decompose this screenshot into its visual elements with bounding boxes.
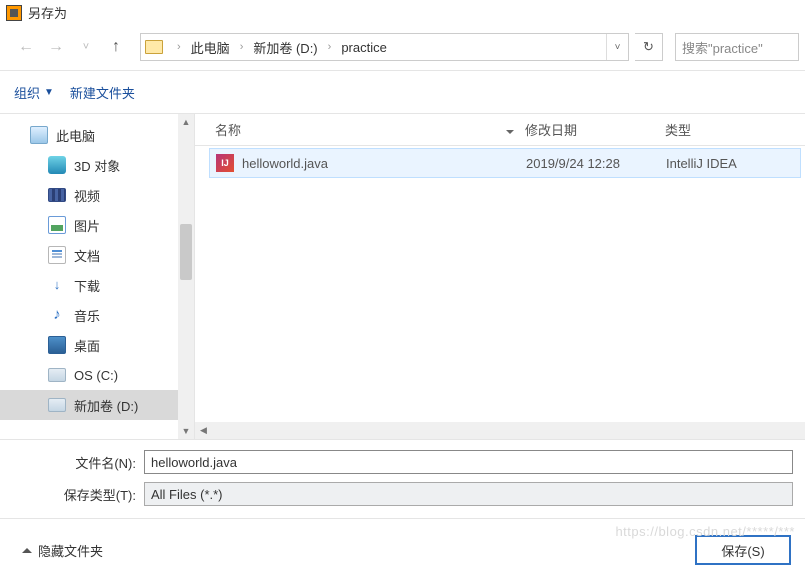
tree-item-documents[interactable]: 文档 xyxy=(0,240,178,270)
navigation-pane: 此电脑 3D 对象 视频 图片 文档 ↓ 下载 xyxy=(0,114,195,439)
breadcrumb-item[interactable]: 新加卷 (D:) xyxy=(249,34,321,60)
tree-item-label: 文档 xyxy=(74,246,100,265)
new-folder-label: 新建文件夹 xyxy=(70,83,135,102)
tree-item-pictures[interactable]: 图片 xyxy=(0,210,178,240)
filetype-row: 保存类型(T): All Files (*.*) xyxy=(12,482,793,506)
breadcrumb-item[interactable]: practice xyxy=(337,34,391,60)
column-label: 名称 xyxy=(215,123,241,138)
toolbar: 组织 ▼ 新建文件夹 xyxy=(0,71,805,113)
recent-locations-button[interactable]: ˅ xyxy=(74,35,98,59)
filetype-label: 保存类型(T): xyxy=(12,485,144,504)
file-name: helloworld.java xyxy=(242,156,328,171)
tree-item-3d-objects[interactable]: 3D 对象 xyxy=(0,150,178,180)
window-title: 另存为 xyxy=(28,3,67,22)
tree-item-videos[interactable]: 视频 xyxy=(0,180,178,210)
file-rows: IJ helloworld.java 2019/9/24 12:28 Intel… xyxy=(195,146,805,422)
download-icon: ↓ xyxy=(48,276,66,294)
chevron-down-icon: ▼ xyxy=(44,87,54,98)
breadcrumb-bar[interactable]: › 此电脑 › 新加卷 (D:) › practice ˅ xyxy=(140,33,629,61)
save-button[interactable]: 保存(S) xyxy=(695,535,791,565)
drive-icon xyxy=(48,368,66,382)
scroll-thumb[interactable] xyxy=(180,224,192,280)
music-icon: ♪ xyxy=(48,306,66,324)
nav-scrollbar[interactable]: ▲ ▼ xyxy=(178,114,194,439)
tree-item-downloads[interactable]: ↓ 下载 xyxy=(0,270,178,300)
filetype-combo[interactable]: All Files (*.*) xyxy=(144,482,793,506)
column-header-name[interactable]: 名称 xyxy=(195,120,525,139)
scroll-down-icon[interactable]: ▼ xyxy=(178,423,194,439)
chevron-right-icon[interactable]: › xyxy=(171,41,187,53)
tree-item-label: 3D 对象 xyxy=(74,156,120,175)
drive-icon xyxy=(48,398,66,412)
tree-item-drive-c[interactable]: OS (C:) xyxy=(0,360,178,390)
hide-folders-button[interactable]: 隐藏文件夹 xyxy=(22,541,103,560)
search-input[interactable]: 搜索"practice" xyxy=(675,33,799,61)
3d-icon xyxy=(48,156,66,174)
column-header-type[interactable]: 类型 xyxy=(665,120,805,139)
address-dropdown-button[interactable]: ˅ xyxy=(606,34,628,60)
scroll-up-icon[interactable]: ▲ xyxy=(178,114,194,130)
file-type: IntelliJ IDEA xyxy=(666,156,800,171)
tree-item-label: 下载 xyxy=(74,276,100,295)
tree-item-desktop[interactable]: 桌面 xyxy=(0,330,178,360)
new-folder-button[interactable]: 新建文件夹 xyxy=(70,83,135,102)
tree-item-label: 新加卷 (D:) xyxy=(74,396,138,415)
file-list-pane: 名称 修改日期 类型 IJ helloworld.java 2019/9/24 … xyxy=(195,114,805,439)
folder-tree: 此电脑 3D 对象 视频 图片 文档 ↓ 下载 xyxy=(0,120,194,420)
intellij-icon: IJ xyxy=(216,154,234,172)
dialog-body: 此电脑 3D 对象 视频 图片 文档 ↓ 下载 xyxy=(0,114,805,439)
file-name-cell: IJ helloworld.java xyxy=(210,154,526,172)
tree-item-label: 桌面 xyxy=(74,336,100,355)
filename-row: 文件名(N): helloworld.java xyxy=(12,450,793,474)
column-label: 修改日期 xyxy=(525,123,577,138)
hide-folders-label: 隐藏文件夹 xyxy=(38,541,103,560)
chevron-up-icon xyxy=(22,548,32,553)
up-button[interactable]: ↑ xyxy=(104,35,128,59)
tree-item-music[interactable]: ♪ 音乐 xyxy=(0,300,178,330)
chevron-down-icon xyxy=(506,130,514,134)
pc-icon xyxy=(30,126,48,144)
forward-button[interactable]: → xyxy=(44,35,68,59)
tree-item-label: 音乐 xyxy=(74,306,100,325)
tree-item-this-pc[interactable]: 此电脑 xyxy=(0,120,178,150)
breadcrumb-item[interactable]: 此电脑 xyxy=(187,34,234,60)
document-icon xyxy=(48,246,66,264)
refresh-button[interactable]: ↻ xyxy=(635,33,663,61)
organize-label: 组织 xyxy=(14,83,40,102)
tree-item-label: OS (C:) xyxy=(74,368,118,383)
filename-input[interactable]: helloworld.java xyxy=(144,450,793,474)
tree-item-drive-d[interactable]: 新加卷 (D:) xyxy=(0,390,178,420)
tree-item-label: 此电脑 xyxy=(56,126,95,145)
desktop-icon xyxy=(48,336,66,354)
app-icon xyxy=(6,5,22,21)
scroll-left-icon[interactable]: ◀ xyxy=(195,422,212,439)
filetype-value: All Files (*.*) xyxy=(151,487,223,502)
address-bar-row: ← → ˅ ↑ › 此电脑 › 新加卷 (D:) › practice ˅ ↻ … xyxy=(0,28,805,70)
video-icon xyxy=(48,188,66,202)
folder-icon xyxy=(145,40,163,54)
column-label: 类型 xyxy=(665,123,691,138)
filename-value: helloworld.java xyxy=(151,455,237,470)
picture-icon xyxy=(48,216,66,234)
back-button[interactable]: ← xyxy=(14,35,38,59)
horizontal-scrollbar[interactable]: ◀ xyxy=(195,422,805,439)
organize-button[interactable]: 组织 ▼ xyxy=(14,83,54,102)
save-button-label: 保存(S) xyxy=(721,541,764,560)
tree-item-label: 视频 xyxy=(74,186,100,205)
file-date: 2019/9/24 12:28 xyxy=(526,156,666,171)
tree-item-label: 图片 xyxy=(74,216,100,235)
save-form: 文件名(N): helloworld.java 保存类型(T): All Fil… xyxy=(0,439,805,518)
column-header-date[interactable]: 修改日期 xyxy=(525,120,665,139)
chevron-right-icon[interactable]: › xyxy=(234,41,250,53)
file-row[interactable]: IJ helloworld.java 2019/9/24 12:28 Intel… xyxy=(209,148,801,178)
dialog-footer: 隐藏文件夹 保存(S) xyxy=(0,519,805,575)
search-placeholder: 搜索"practice" xyxy=(682,38,763,57)
chevron-right-icon[interactable]: › xyxy=(322,41,338,53)
filename-label: 文件名(N): xyxy=(12,453,144,472)
title-bar: 另存为 xyxy=(0,0,805,28)
column-headers: 名称 修改日期 类型 xyxy=(195,114,805,146)
